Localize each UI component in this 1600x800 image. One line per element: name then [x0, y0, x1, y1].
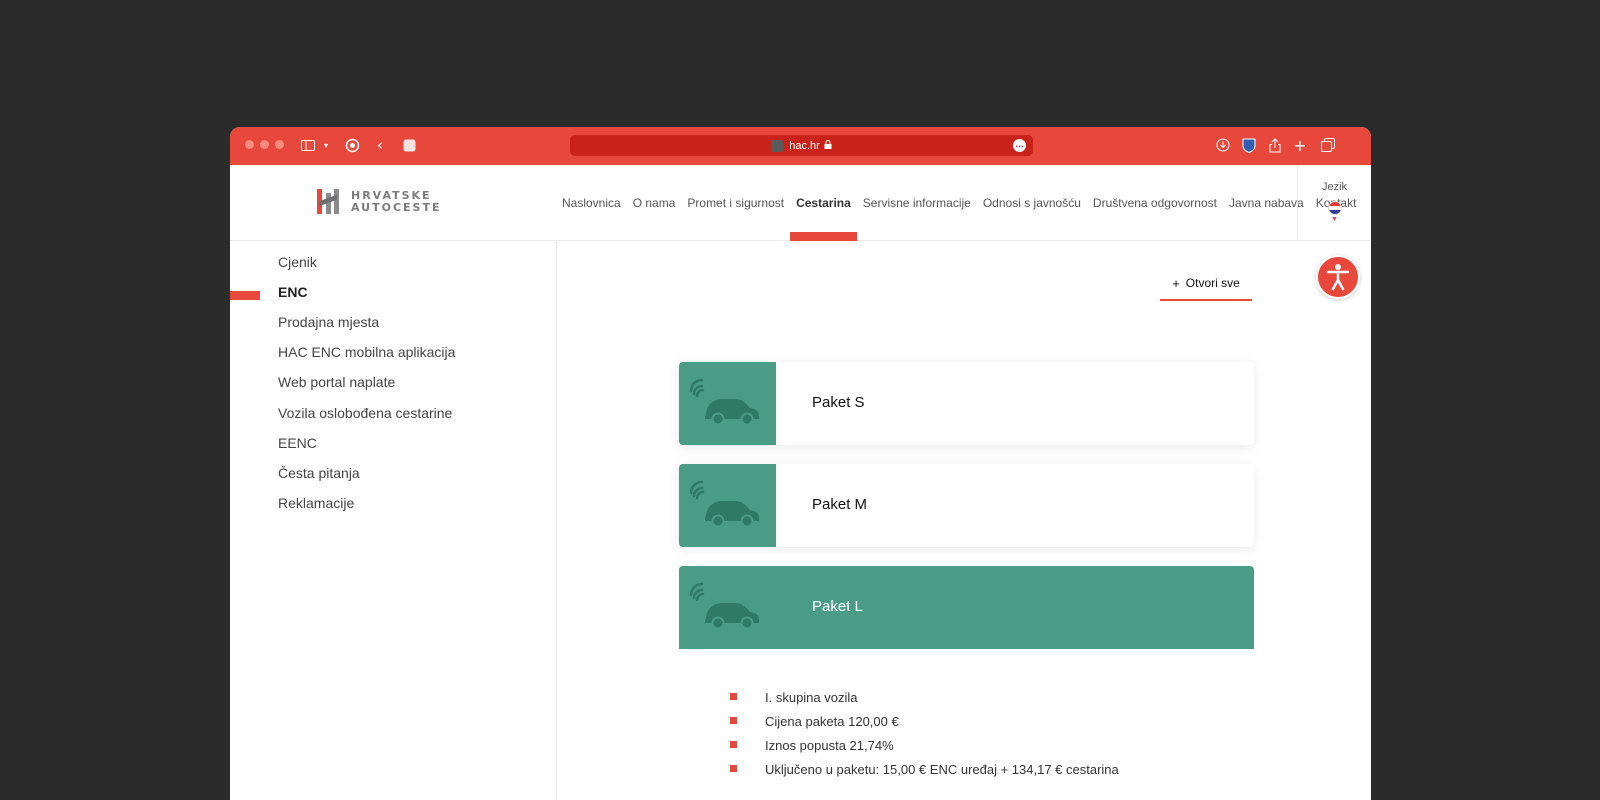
- minimize-window-button[interactable]: [260, 140, 269, 149]
- bitwarden-icon[interactable]: [1241, 136, 1257, 154]
- url-text: hac.hr: [789, 139, 820, 152]
- car-enc-icon: [679, 566, 776, 649]
- logo-line1: HRVATSKE: [351, 188, 432, 202]
- language-label: Jezik: [1321, 181, 1348, 193]
- list-item-text: Uključeno u paketu: 15,00 € ENC uređaj +…: [765, 762, 1119, 777]
- close-window-button[interactable]: [245, 140, 254, 149]
- main-nav: Naslovnica O nama Promet i sigurnost Ces…: [562, 165, 1368, 241]
- sidebar: Cjenik ENC Prodajna mjesta HAC ENC mobil…: [230, 241, 557, 800]
- accordion-title: Paket S: [812, 394, 865, 411]
- chevron-down-icon[interactable]: ▾: [322, 136, 330, 154]
- browser-toolbar: ▾ ‹ hac.hr … +: [230, 127, 1371, 165]
- chevron-down-icon: ▼: [1331, 216, 1338, 223]
- share-icon[interactable]: [1268, 136, 1282, 154]
- car-enc-icon: [679, 362, 776, 445]
- car-enc-icon: [679, 464, 776, 547]
- list-item: Iznos popusta 21,74%: [730, 738, 894, 753]
- browser-window: ▾ ‹ hac.hr … + HRVATSKE AUTOCESTE Naslov…: [230, 127, 1371, 800]
- main-content: + Otvori sve Paket S Paket M Paket L I. …: [558, 241, 1371, 800]
- active-item-marker: [230, 291, 260, 300]
- sidebar-item-reklamacije[interactable]: Reklamacije: [278, 495, 354, 511]
- site-header: HRVATSKE AUTOCESTE Naslovnica O nama Pro…: [230, 165, 1371, 241]
- list-item-text: Cijena paketa 120,00 €: [765, 714, 899, 729]
- open-all-button[interactable]: + Otvori sve: [1160, 267, 1252, 301]
- plus-icon: +: [1172, 275, 1180, 291]
- back-icon[interactable]: ‹: [374, 136, 386, 154]
- open-all-label: Otvori sve: [1185, 276, 1240, 290]
- list-item: Uključeno u paketu: 15,00 € ENC uređaj +…: [730, 762, 1119, 777]
- accessibility-icon: [1326, 264, 1350, 291]
- list-item-text: I. skupina vozila: [765, 690, 858, 705]
- accordion-paket-s[interactable]: Paket S: [679, 362, 1254, 445]
- accordion-paket-l[interactable]: Paket L: [679, 566, 1254, 649]
- accordion-paket-m[interactable]: Paket M: [679, 464, 1254, 547]
- logo-line2: AUTOCESTE: [351, 200, 442, 214]
- list-item: Cijena paketa 120,00 €: [730, 714, 899, 729]
- accessibility-button[interactable]: [1316, 255, 1360, 299]
- nav-cestarina[interactable]: Cestarina: [790, 165, 857, 241]
- sidebar-item-hac-enc-mobilna-aplikacija[interactable]: HAC ENC mobilna aplikacija: [278, 344, 455, 360]
- sidebar-item-cjenik[interactable]: Cjenik: [278, 254, 317, 270]
- zoom-window-button[interactable]: [275, 140, 284, 149]
- nav-servisne-informacije[interactable]: Servisne informacije: [863, 165, 971, 241]
- nav-odnosi-s-javnoscu[interactable]: Odnosi s javnošću: [983, 165, 1081, 241]
- site-favicon-icon: [771, 139, 784, 152]
- bullet-icon: [730, 693, 737, 700]
- list-item-text: Iznos popusta 21,74%: [765, 738, 894, 753]
- list-item: I. skupina vozila: [730, 690, 858, 705]
- download-icon[interactable]: [1215, 136, 1231, 154]
- new-tab-icon[interactable]: +: [1293, 136, 1307, 155]
- lock-icon: [824, 140, 832, 151]
- accordion-title: Paket M: [812, 496, 868, 513]
- sidebar-item-eenc[interactable]: EENC: [278, 435, 317, 451]
- language-switcher[interactable]: Jezik ▼: [1297, 165, 1371, 241]
- logo-text: HRVATSKE AUTOCESTE: [351, 188, 442, 214]
- sidebar-icon[interactable]: [300, 136, 316, 154]
- nav-o-nama[interactable]: O nama: [633, 165, 676, 241]
- sidebar-item-enc[interactable]: ENC: [278, 284, 308, 300]
- privacy-icon[interactable]: [344, 136, 360, 154]
- page-menu-icon[interactable]: …: [1013, 139, 1026, 152]
- bullet-icon: [730, 741, 737, 748]
- nav-javna-nabava[interactable]: Javna nabava: [1229, 165, 1304, 241]
- hac-logo-icon: [317, 189, 339, 214]
- sidebar-item-cesta-pitanja[interactable]: Česta pitanja: [278, 465, 360, 481]
- accordion-title: Paket L: [812, 598, 863, 615]
- tabs-overview-icon[interactable]: [1320, 136, 1335, 154]
- croatian-flag-icon: [1327, 201, 1342, 215]
- nav-naslovnica[interactable]: Naslovnica: [562, 165, 621, 241]
- sidebar-item-vozila-oslobodena-cestarine[interactable]: Vozila oslobođena cestarine: [278, 405, 452, 421]
- hac-logo[interactable]: HRVATSKE AUTOCESTE: [317, 189, 442, 214]
- bullet-icon: [730, 765, 737, 772]
- nav-promet-i-sigurnost[interactable]: Promet i sigurnost: [687, 165, 784, 241]
- accordion-paket-l-body: I. skupina vozila Cijena paketa 120,00 €…: [679, 650, 1254, 800]
- sidebar-item-prodajna-mjesta[interactable]: Prodajna mjesta: [278, 314, 379, 330]
- address-bar[interactable]: hac.hr …: [570, 135, 1033, 156]
- sidebar-item-web-portal-naplate[interactable]: Web portal naplate: [278, 374, 395, 390]
- nav-drustvena-odgovornost[interactable]: Društvena odgovornost: [1093, 165, 1217, 241]
- bullet-icon: [730, 717, 737, 724]
- extension-icon[interactable]: [402, 136, 416, 154]
